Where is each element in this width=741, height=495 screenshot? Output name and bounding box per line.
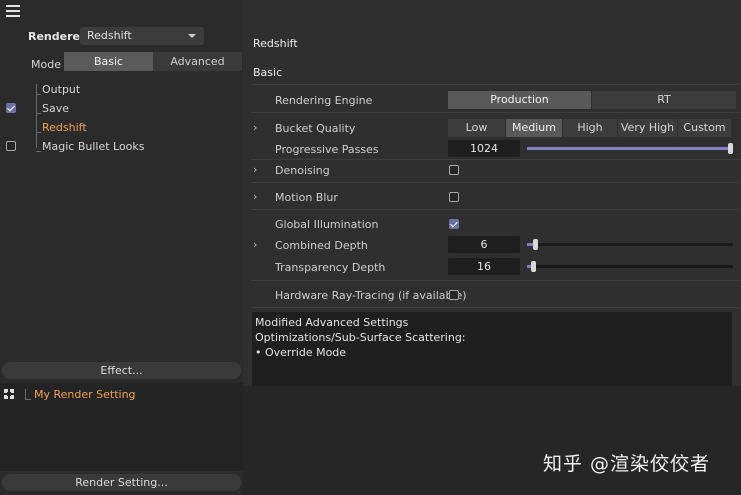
tree-item-magic-bullet-looks[interactable]: Magic Bullet Looks xyxy=(42,140,145,153)
tree-item-output[interactable]: Output xyxy=(42,83,80,96)
info-line: Optimizations/Sub-Surface Scattering: xyxy=(255,331,466,344)
motion-blur-checkbox[interactable] xyxy=(449,192,459,202)
divider xyxy=(251,159,741,160)
info-line: • Override Mode xyxy=(255,346,347,359)
denoising-label: Denoising xyxy=(275,164,330,177)
progressive-passes-slider-track[interactable] xyxy=(527,147,733,150)
divider xyxy=(251,182,741,183)
bucket-very-high-button[interactable]: Very High xyxy=(617,119,677,137)
left-panel: Renderer Redshift Mode Basic Advanced Ou… xyxy=(0,0,243,495)
progressive-passes-slider-knob[interactable] xyxy=(728,143,733,154)
bucket-quality-toggle: Low Medium High Very High Custom xyxy=(448,119,731,137)
divider xyxy=(251,307,741,308)
progressive-passes-slider-fill xyxy=(527,147,733,150)
empty-area xyxy=(243,386,741,495)
renderer-dropdown[interactable]: Redshift xyxy=(80,27,204,45)
hardware-ray-tracing-label: Hardware Ray-Tracing (if available) xyxy=(275,289,467,302)
divider xyxy=(251,280,741,281)
mode-label: Mode xyxy=(31,58,61,71)
info-line: Modified Advanced Settings xyxy=(255,316,409,329)
render-setting-button[interactable]: Render Setting... xyxy=(2,474,241,491)
transparency-depth-slider-knob[interactable] xyxy=(531,261,537,272)
combined-depth-label: Combined Depth xyxy=(275,239,368,252)
chevron-right-icon[interactable]: › xyxy=(253,238,257,251)
magic-bullet-checkbox[interactable] xyxy=(6,141,16,151)
tree-connector xyxy=(36,113,41,114)
global-illumination-checkbox[interactable] xyxy=(449,219,459,229)
chevron-right-icon[interactable]: › xyxy=(253,121,257,134)
tree-connector xyxy=(36,94,41,95)
combined-depth-slider-track[interactable] xyxy=(527,243,733,246)
tree-item-redshift[interactable]: Redshift xyxy=(42,121,87,134)
tree-connector xyxy=(25,399,31,400)
mode-toggle: Basic Advanced xyxy=(64,52,242,71)
rendering-engine-label: Rendering Engine xyxy=(275,94,373,107)
progressive-passes-input[interactable]: 1024 xyxy=(448,140,520,157)
rendering-engine-toggle: Production RT xyxy=(448,91,736,109)
rt-button[interactable]: RT xyxy=(591,91,736,109)
bucket-custom-button[interactable]: Custom xyxy=(677,119,731,137)
render-setting-item[interactable]: My Render Setting xyxy=(34,388,136,401)
production-button[interactable]: Production xyxy=(448,91,591,109)
bucket-high-button[interactable]: High xyxy=(562,119,617,137)
menu-icon[interactable] xyxy=(6,5,20,17)
effect-button[interactable]: Effect... xyxy=(2,362,241,379)
save-checkbox[interactable] xyxy=(6,103,16,113)
divider xyxy=(251,209,741,210)
chevron-right-icon[interactable]: › xyxy=(253,190,257,203)
tree-connector xyxy=(36,151,41,152)
bucket-quality-label: Bucket Quality xyxy=(275,122,356,135)
chevron-right-icon[interactable]: › xyxy=(253,163,257,176)
renderer-label: Renderer xyxy=(28,30,86,43)
divider xyxy=(251,84,741,85)
info-box: Modified Advanced Settings Optimizations… xyxy=(252,312,732,386)
section-title: Basic xyxy=(253,66,283,79)
hardware-ray-tracing-checkbox[interactable] xyxy=(449,290,459,300)
divider xyxy=(251,112,741,113)
combined-depth-input[interactable]: 6 xyxy=(448,236,520,253)
mode-basic-button[interactable]: Basic xyxy=(64,52,153,71)
bucket-medium-button[interactable]: Medium xyxy=(505,119,562,137)
render-settings-icon xyxy=(4,389,14,399)
mode-advanced-button[interactable]: Advanced xyxy=(153,52,242,71)
motion-blur-label: Motion Blur xyxy=(275,191,338,204)
chevron-down-icon xyxy=(188,34,196,38)
combined-depth-slider-knob[interactable] xyxy=(533,239,539,250)
tree-connector xyxy=(25,389,26,399)
bucket-low-button[interactable]: Low xyxy=(448,119,505,137)
denoising-checkbox[interactable] xyxy=(449,165,459,175)
transparency-depth-slider-track[interactable] xyxy=(527,265,733,268)
transparency-depth-label: Transparency Depth xyxy=(275,261,386,274)
progressive-passes-label: Progressive Passes xyxy=(275,143,379,156)
transparency-depth-input[interactable]: 16 xyxy=(448,258,520,275)
tree-item-save[interactable]: Save xyxy=(42,102,69,115)
tree-connector xyxy=(36,132,41,133)
renderer-value: Redshift xyxy=(87,29,132,42)
panel-title: Redshift xyxy=(253,37,298,50)
global-illumination-label: Global Illumination xyxy=(275,218,379,231)
watermark: 知乎 @渲染佼佼者 xyxy=(543,453,711,475)
